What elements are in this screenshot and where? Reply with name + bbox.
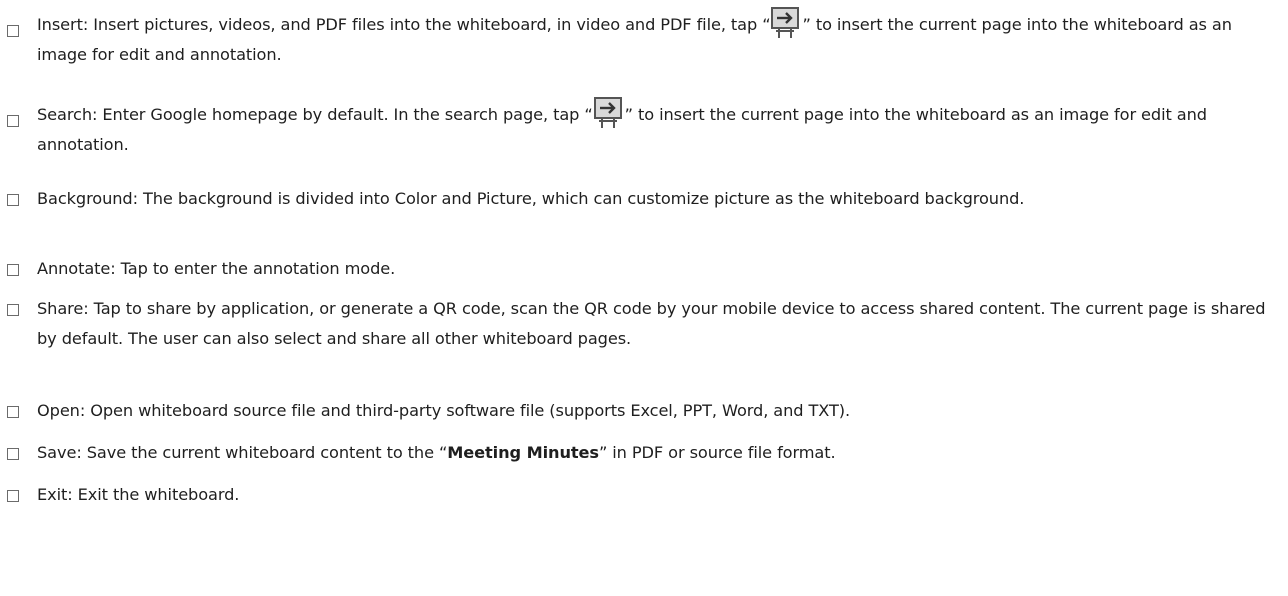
bullet-checkbox bbox=[7, 304, 19, 316]
list-item-text: Insert: Insert pictures, videos, and PDF… bbox=[37, 7, 1277, 70]
meeting-minutes-label: Meeting Minutes bbox=[447, 443, 599, 462]
bullet-checkbox bbox=[7, 448, 19, 460]
bullet-checkbox bbox=[7, 490, 19, 502]
list-item-background: Background: The background is divided in… bbox=[0, 184, 1288, 244]
list-item-search: Search: Enter Google homepage by default… bbox=[0, 97, 1288, 164]
list-item-annotate: Annotate: Tap to enter the annotation mo… bbox=[0, 254, 1288, 284]
list-item-open: Open: Open whiteboard source file and th… bbox=[0, 396, 1288, 426]
bullet-checkbox bbox=[7, 264, 19, 276]
list-item-text: Open: Open whiteboard source file and th… bbox=[37, 401, 851, 420]
list-item-share: Share: Tap to share by application, or g… bbox=[0, 294, 1288, 384]
insert-text-start: Insert: Insert pictures, videos, and PDF… bbox=[37, 15, 771, 34]
bullet-checkbox bbox=[7, 194, 19, 206]
save-text-start: Save: Save the current whiteboard conten… bbox=[37, 443, 448, 462]
list-item-save: Save: Save the current whiteboard conten… bbox=[0, 438, 1288, 468]
bullet-checkbox bbox=[7, 115, 19, 127]
list-item-text: Annotate: Tap to enter the annotation mo… bbox=[37, 259, 396, 278]
insert-into-whiteboard-icon bbox=[770, 6, 802, 40]
list-item-text: Share: Tap to share by application, or g… bbox=[37, 299, 1266, 348]
list-item-text: Exit: Exit the whiteboard. bbox=[37, 485, 240, 504]
list-item-exit: Exit: Exit the whiteboard. bbox=[0, 480, 1288, 510]
list-item-insert: Insert: Insert pictures, videos, and PDF… bbox=[0, 7, 1288, 74]
list-item-text: Background: The background is divided in… bbox=[37, 189, 1025, 208]
list-item-text: Search: Enter Google homepage by default… bbox=[37, 97, 1277, 160]
bullet-checkbox bbox=[7, 406, 19, 418]
bullet-checkbox bbox=[7, 25, 19, 37]
insert-into-whiteboard-icon bbox=[593, 96, 625, 130]
search-text-start: Search: Enter Google homepage by default… bbox=[37, 105, 593, 124]
list-item-text: Save: Save the current whiteboard conten… bbox=[37, 438, 1277, 468]
save-text-end: ” in PDF or source file format. bbox=[598, 443, 836, 462]
bullet-list: Insert: Insert pictures, videos, and PDF… bbox=[0, 0, 1288, 596]
